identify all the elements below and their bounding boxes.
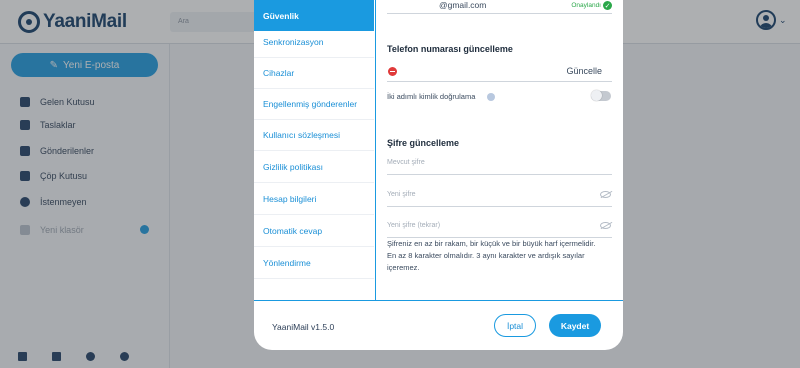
tab-forwarding[interactable]: Yönlendirme bbox=[254, 248, 374, 279]
tab-user-agreement[interactable]: Kullanıcı sözleşmesi bbox=[254, 120, 374, 151]
tab-auto-reply[interactable]: Otomatik cevap bbox=[254, 216, 374, 247]
phone-section-title: Telefon numarası güncelleme bbox=[387, 44, 513, 54]
eye-off-icon[interactable] bbox=[600, 222, 611, 229]
info-icon[interactable] bbox=[487, 93, 495, 101]
two-factor-row: İki adımlı kimlik doğrulama bbox=[387, 90, 612, 105]
flag-icon[interactable] bbox=[388, 67, 397, 76]
version-label: YaaniMail v1.5.0 bbox=[272, 322, 335, 332]
new-password-field[interactable]: Yeni şifre bbox=[387, 191, 612, 207]
two-factor-label: İki adımlı kimlik doğrulama bbox=[387, 92, 476, 101]
security-panel: @gmail.com Onaylandı ✓ Telefon numarası … bbox=[376, 0, 623, 300]
current-password-placeholder: Mevcut şifre bbox=[387, 159, 425, 166]
modal-footer: YaaniMail v1.5.0 İptal Kaydet bbox=[254, 300, 623, 350]
tab-devices[interactable]: Cihazlar bbox=[254, 58, 374, 89]
new-password-placeholder: Yeni şifre bbox=[387, 191, 416, 198]
verified-badge: Onaylandı ✓ bbox=[571, 1, 612, 10]
cancel-button[interactable]: İptal bbox=[494, 314, 536, 337]
password-hint: Şifreniz en az bir rakam, bir küçük ve b… bbox=[387, 239, 596, 272]
repeat-password-placeholder: Yeni şifre (tekrar) bbox=[387, 222, 441, 229]
save-button[interactable]: Kaydet bbox=[549, 314, 601, 337]
tab-blocked-senders[interactable]: Engellenmiş gönderenler bbox=[254, 89, 374, 120]
check-icon: ✓ bbox=[603, 1, 612, 10]
eye-off-icon[interactable] bbox=[600, 191, 611, 198]
current-password-field[interactable]: Mevcut şifre bbox=[387, 159, 612, 175]
tab-privacy-policy[interactable]: Gizlilik politikası bbox=[254, 152, 374, 183]
two-factor-toggle[interactable] bbox=[591, 90, 611, 101]
password-section-title: Şifre güncelleme bbox=[387, 138, 460, 148]
settings-nav: Güvenlik Senkronizasyon Cihazlar Engelle… bbox=[254, 0, 376, 300]
repeat-password-field[interactable]: Yeni şifre (tekrar) bbox=[387, 222, 612, 238]
update-phone-button[interactable]: Güncelle bbox=[566, 66, 602, 76]
phone-field[interactable]: Güncelle bbox=[387, 60, 612, 82]
verified-label: Onaylandı bbox=[571, 2, 601, 9]
tab-account-info[interactable]: Hesap bilgileri bbox=[254, 184, 374, 215]
email-value: @gmail.com bbox=[439, 0, 487, 10]
tab-sync[interactable]: Senkronizasyon bbox=[254, 27, 374, 58]
email-field: @gmail.com Onaylandı ✓ bbox=[387, 0, 612, 14]
settings-modal: Güvenlik Senkronizasyon Cihazlar Engelle… bbox=[254, 0, 623, 350]
